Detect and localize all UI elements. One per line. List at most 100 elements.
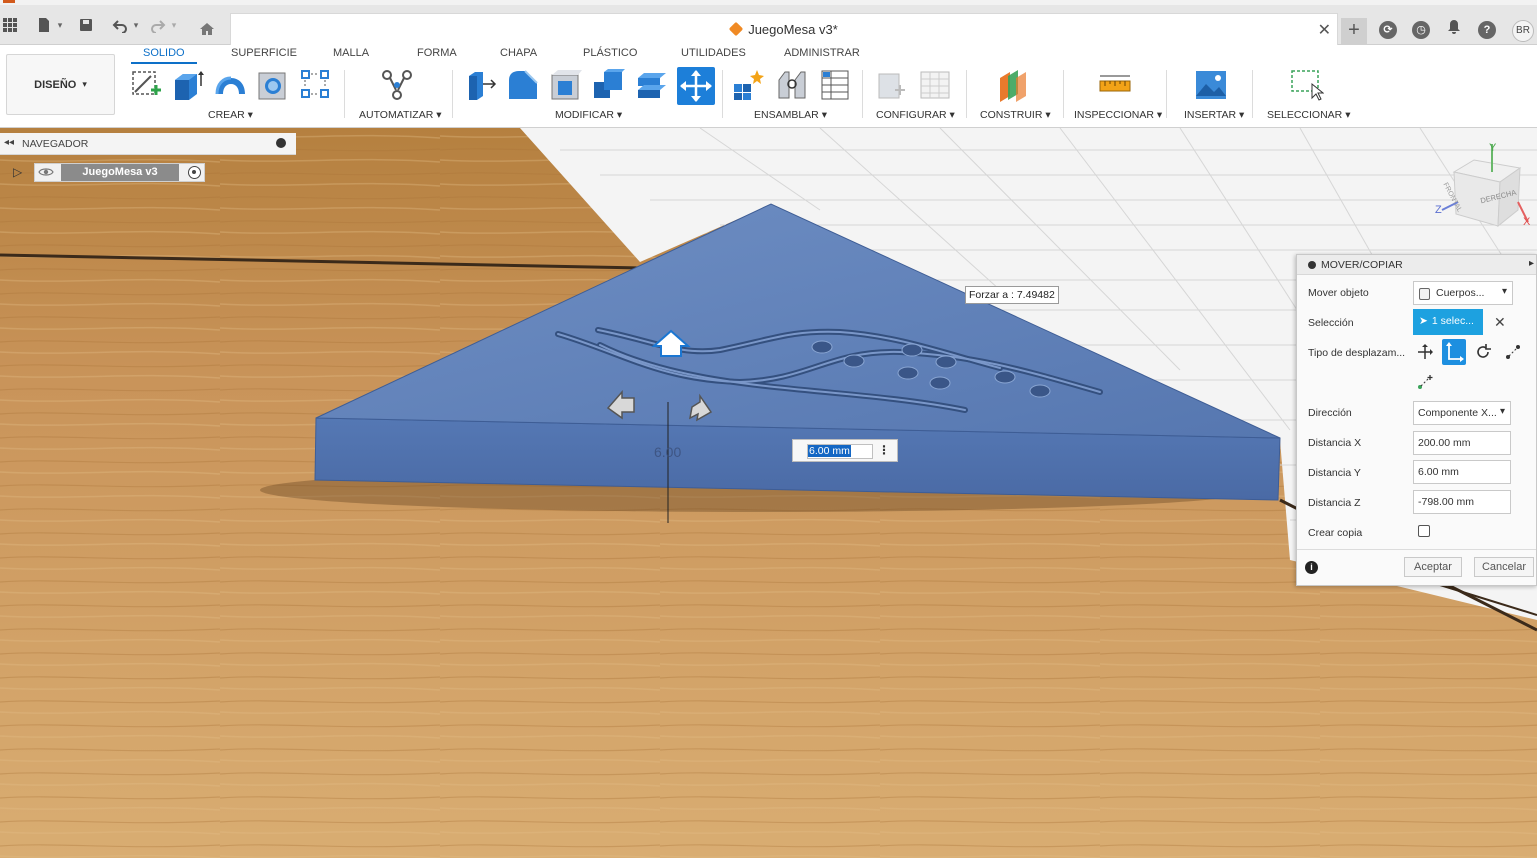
point-to-position-icon[interactable] xyxy=(1416,373,1434,394)
dialog-collapse-icon[interactable] xyxy=(1308,261,1316,269)
browser-root-item[interactable]: JuegoMesa v3 xyxy=(34,163,205,182)
tab-plastico[interactable]: PLÁSTICO xyxy=(583,47,637,59)
free-move-icon[interactable] xyxy=(1416,343,1434,364)
group-seleccionar-label: SELECCIONAR xyxy=(1267,109,1343,121)
workspace-label: DISEÑO xyxy=(34,78,77,91)
press-pull-icon[interactable] xyxy=(463,68,497,102)
direction-label: Dirección xyxy=(1308,407,1352,419)
revolve-icon[interactable] xyxy=(214,68,248,102)
bill-of-materials-icon[interactable] xyxy=(818,68,852,102)
activate-radio-icon[interactable] xyxy=(188,166,201,179)
job-status-icon[interactable]: ◷ xyxy=(1412,21,1430,39)
new-tab-button[interactable]: + xyxy=(1341,18,1367,44)
viewcube[interactable]: Y X Z DERECHA FRONTAL xyxy=(1432,142,1537,237)
insert-image-icon[interactable] xyxy=(1194,68,1228,102)
construct-plane-icon[interactable] xyxy=(996,68,1030,102)
document-title: JuegoMesa v3* xyxy=(748,22,838,37)
home-icon[interactable] xyxy=(195,17,219,41)
group-construir[interactable]: CONSTRUIR ▾ xyxy=(980,109,1051,121)
group-configurar[interactable]: CONFIGURAR ▾ xyxy=(876,109,955,121)
extrude-icon[interactable] xyxy=(171,68,205,102)
direction-select[interactable]: Componente X... xyxy=(1413,401,1511,425)
move-copy-dialog: MOVER/COPIAR ▸ Mover objeto Cuerpos... S… xyxy=(1296,254,1537,586)
distance-z-label: Distancia Z xyxy=(1308,497,1361,509)
selection-value: 1 selec... xyxy=(1431,315,1474,327)
shell-icon[interactable] xyxy=(549,68,583,102)
expand-dialog-icon[interactable]: ▸ xyxy=(1529,258,1534,269)
group-automatizar[interactable]: AUTOMATIZAR ▾ xyxy=(359,109,441,121)
configuration-table-icon[interactable] xyxy=(918,68,952,102)
redo-dropdown-icon[interactable]: ▾ xyxy=(162,13,186,37)
group-modificar[interactable]: MODIFICAR ▾ xyxy=(555,109,622,121)
visibility-eye-icon[interactable] xyxy=(38,166,54,181)
automate-icon[interactable] xyxy=(380,68,414,102)
distance-input-box[interactable]: 6.00 mm ⋮ xyxy=(792,439,898,462)
distance-input[interactable]: 6.00 mm xyxy=(807,444,873,459)
distance-y-input[interactable]: 6.00 mm xyxy=(1413,460,1511,484)
new-component-icon[interactable] xyxy=(731,68,765,102)
tab-administrar[interactable]: ADMINISTRAR xyxy=(784,47,860,59)
combine-icon[interactable] xyxy=(592,68,626,102)
viewcube-axis-z: Z xyxy=(1435,204,1442,216)
document-icon xyxy=(728,21,744,37)
distance-x-input[interactable]: 200.00 mm xyxy=(1413,431,1511,455)
rotate-icon[interactable] xyxy=(1474,343,1492,364)
expand-root-icon[interactable]: ▷ xyxy=(13,165,22,179)
group-inspeccionar[interactable]: INSPECCIONAR ▾ xyxy=(1074,109,1162,121)
selection-label: Selección xyxy=(1308,317,1354,329)
collapse-browser-icon[interactable]: ◂◂ xyxy=(4,137,14,148)
user-avatar[interactable]: BR xyxy=(1512,20,1534,42)
tab-chapa[interactable]: CHAPA xyxy=(500,47,537,59)
group-ensamblar[interactable]: ENSAMBLAR ▾ xyxy=(754,109,827,121)
select-window-icon[interactable] xyxy=(1290,68,1325,102)
tab-utilidades[interactable]: UTILIDADES xyxy=(681,47,746,59)
measure-icon[interactable] xyxy=(1098,68,1132,102)
save-icon[interactable] xyxy=(74,13,98,37)
file-dropdown-icon[interactable]: ▾ xyxy=(48,13,72,37)
undo-dropdown-icon[interactable]: ▾ xyxy=(124,13,148,37)
group-seleccionar[interactable]: SELECCIONAR ▾ xyxy=(1267,109,1350,121)
move-object-select[interactable]: Cuerpos... xyxy=(1413,281,1513,305)
create-copy-checkbox[interactable] xyxy=(1418,525,1430,537)
more-options-icon[interactable]: ⋮ xyxy=(878,443,890,457)
browser-header: ◂◂ NAVEGADOR xyxy=(0,133,296,155)
fillet-icon[interactable] xyxy=(506,68,540,102)
configure-icon[interactable] xyxy=(875,68,909,102)
grid-menu-icon[interactable] xyxy=(0,13,22,37)
document-tab[interactable]: JuegoMesa v3* ✕ xyxy=(230,13,1338,45)
clear-selection-icon[interactable]: ✕ xyxy=(1494,314,1506,331)
selection-button[interactable]: ➤ 1 selec... xyxy=(1413,309,1483,335)
group-crear-label: CREAR xyxy=(208,109,245,121)
create-copy-label: Crear copia xyxy=(1308,527,1363,539)
title-bar: ▾ ▾ ▾ JuegoMesa v3* ✕ + ⟳ ◷ ? BR xyxy=(0,5,1537,45)
ribbon-divider xyxy=(722,70,723,118)
translate-xyz-icon[interactable] xyxy=(1442,339,1466,365)
ribbon-divider xyxy=(344,70,345,118)
group-crear[interactable]: CREAR ▾ xyxy=(208,109,253,121)
split-body-icon[interactable] xyxy=(635,68,669,102)
tab-malla[interactable]: MALLA xyxy=(333,47,369,59)
tab-solido[interactable]: SOLIDO xyxy=(131,47,197,64)
ribbon-divider xyxy=(1063,70,1064,118)
ok-button[interactable]: Aceptar xyxy=(1404,557,1462,577)
ribbon: DISEÑO ▾ SOLIDO SUPERFICIE MALLA FORMA C… xyxy=(0,45,1537,128)
help-icon[interactable]: ? xyxy=(1478,21,1496,39)
ribbon-divider xyxy=(966,70,967,118)
distance-z-input[interactable]: -798.00 mm xyxy=(1413,490,1511,514)
close-tab-icon[interactable]: ✕ xyxy=(1318,20,1331,40)
joint-icon[interactable] xyxy=(775,68,809,102)
move-copy-icon[interactable] xyxy=(677,67,715,105)
cancel-button[interactable]: Cancelar xyxy=(1474,557,1534,577)
extensions-icon[interactable]: ⟳ xyxy=(1379,21,1397,39)
minimize-browser-icon[interactable] xyxy=(276,138,286,148)
workspace-switcher[interactable]: DISEÑO ▾ xyxy=(6,54,115,115)
hole-icon[interactable] xyxy=(256,68,290,102)
point-to-point-icon[interactable] xyxy=(1504,343,1522,364)
tab-superficie[interactable]: SUPERFICIE xyxy=(231,47,297,59)
pattern-icon[interactable] xyxy=(299,68,333,102)
notifications-icon[interactable] xyxy=(1442,15,1466,39)
create-sketch-icon[interactable] xyxy=(129,68,163,102)
info-icon[interactable]: i xyxy=(1305,561,1318,574)
tab-forma[interactable]: FORMA xyxy=(417,47,457,59)
group-insertar[interactable]: INSERTAR ▾ xyxy=(1184,109,1244,121)
